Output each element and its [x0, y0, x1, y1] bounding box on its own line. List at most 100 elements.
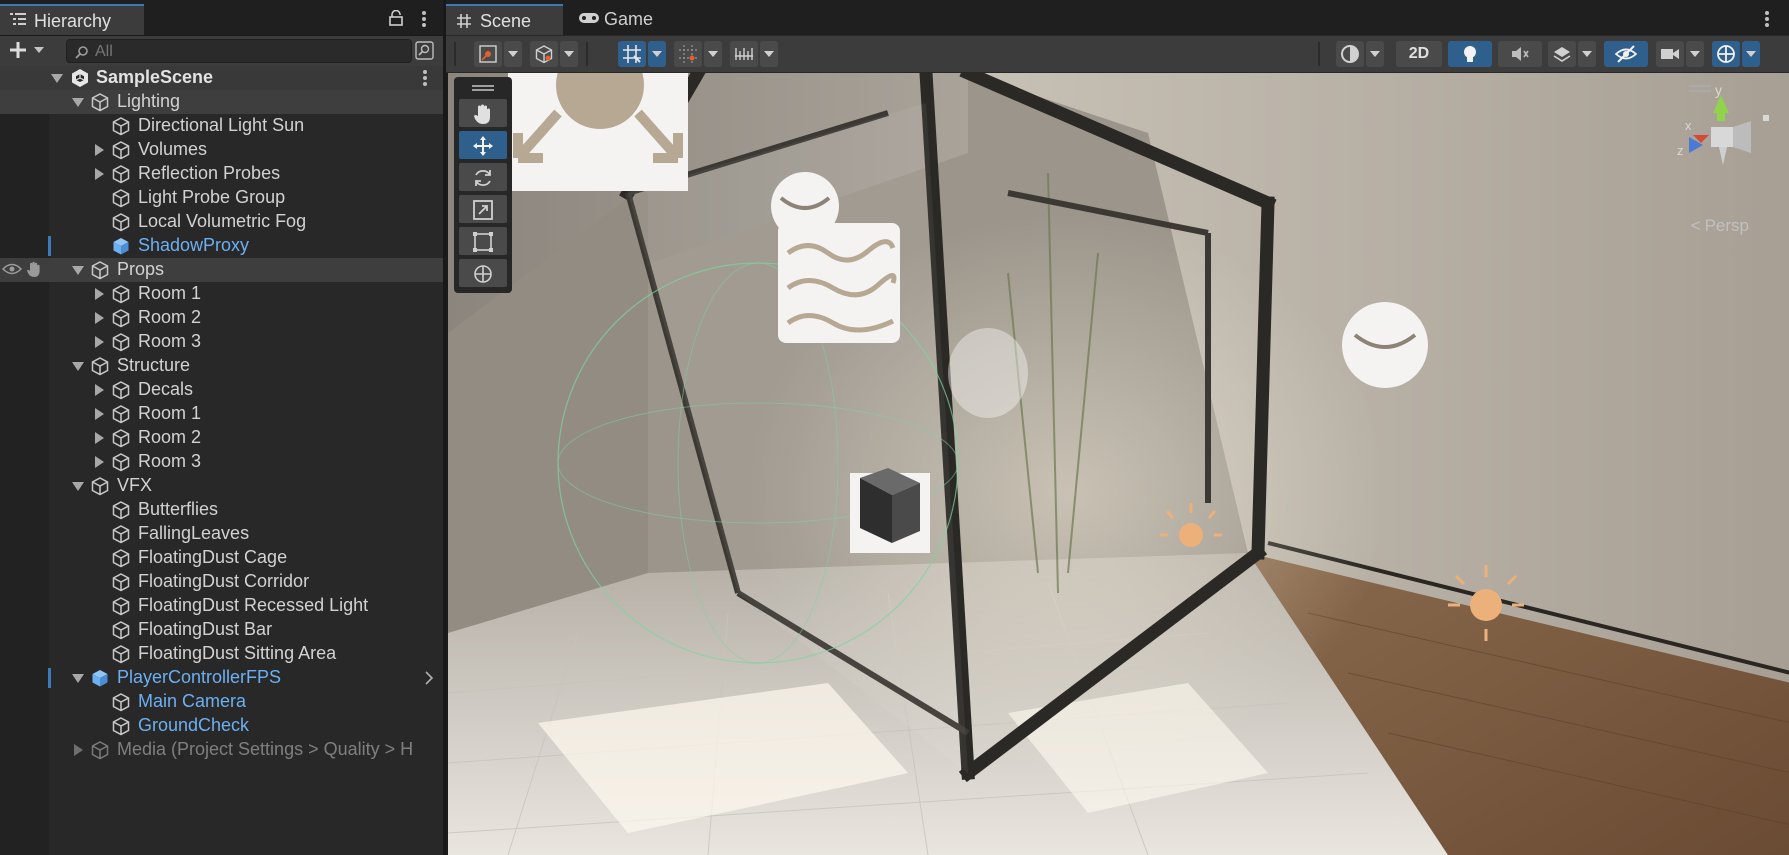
tab-game[interactable]: Game [568, 4, 668, 35]
scene-search-icon[interactable] [415, 41, 434, 60]
scene-camera-button[interactable] [1656, 41, 1684, 67]
gizmos-toggle[interactable] [1712, 41, 1740, 67]
scale-tool-button[interactable] [459, 195, 507, 223]
gameobject-icon [112, 381, 130, 400]
draw-mode-button[interactable] [1336, 41, 1364, 67]
overlay-grip-icon[interactable] [472, 85, 494, 87]
hierarchy-item-butterflies[interactable]: Butterflies [0, 498, 443, 522]
search-input[interactable] [93, 41, 397, 63]
effects-button[interactable] [1548, 41, 1576, 67]
gameobject-icon [112, 213, 130, 232]
expand-arrow-icon[interactable] [95, 168, 104, 180]
expand-arrow-icon[interactable] [95, 312, 104, 324]
more-options-icon[interactable] [422, 11, 426, 27]
hierarchy-item-media[interactable]: Media (Project Settings > Quality > H [0, 738, 443, 762]
hierarchy-item-structure-room-1[interactable]: Room 1 [0, 402, 443, 426]
hierarchy-item-floatingdust-cage[interactable]: FloatingDust Cage [0, 546, 443, 570]
hierarchy-item-floatingdust-corridor[interactable]: FloatingDust Corridor [0, 570, 443, 594]
global-dropdown[interactable] [560, 41, 578, 67]
visibility-eye-icon[interactable] [2, 262, 22, 276]
hierarchy-item-fallingleaves[interactable]: FallingLeaves [0, 522, 443, 546]
ruler-button[interactable] [730, 41, 758, 67]
scene-row[interactable]: SampleScene [0, 66, 443, 90]
hierarchy-item-vfx[interactable]: VFX [0, 474, 443, 498]
hierarchy-item-floatingdust-recessed-light[interactable]: FloatingDust Recessed Light [0, 594, 443, 618]
tool-handle-position-button[interactable] [474, 41, 502, 67]
rect-tool-button[interactable] [459, 227, 507, 255]
expand-arrow-icon[interactable] [72, 674, 84, 683]
transform-tool-button[interactable] [459, 259, 507, 287]
expand-arrow-icon[interactable] [95, 144, 104, 156]
hierarchy-item-volumes[interactable]: Volumes [0, 138, 443, 162]
add-icon[interactable] [8, 40, 28, 60]
draw-mode-dropdown[interactable] [1366, 41, 1384, 67]
hierarchy-item-shadowproxy[interactable]: ShadowProxy [0, 234, 443, 258]
gizmos-dropdown[interactable] [1742, 41, 1760, 67]
hierarchy-item-groundcheck[interactable]: GroundCheck [0, 714, 443, 738]
expand-arrow-icon[interactable] [95, 336, 104, 348]
hierarchy-item-lighting[interactable]: Lighting [0, 90, 443, 114]
expand-arrow-icon[interactable] [74, 744, 83, 756]
expand-arrow-icon[interactable] [72, 362, 84, 371]
audio-toggle[interactable] [1498, 41, 1542, 67]
hierarchy-item-props[interactable]: Props [0, 258, 443, 282]
tab-scene[interactable]: Scene [446, 4, 563, 35]
pivot-dropdown[interactable] [504, 41, 522, 67]
ruler-dropdown[interactable] [760, 41, 778, 67]
tab-hierarchy[interactable]: Hierarchy [0, 4, 144, 35]
camera-dropdown[interactable] [1686, 41, 1704, 67]
gameobject-icon [112, 549, 130, 568]
expand-arrow-icon[interactable] [72, 266, 84, 275]
snap-dropdown[interactable] [704, 41, 722, 67]
expand-arrow-icon[interactable] [95, 288, 104, 300]
hierarchy-item-props-room-3[interactable]: Room 3 [0, 330, 443, 354]
scene-options-icon[interactable] [423, 70, 427, 86]
view-tool-button[interactable] [459, 99, 507, 127]
hierarchy-item-decals[interactable]: Decals [0, 378, 443, 402]
projection-label: Persp [1704, 216, 1749, 235]
expand-arrow-icon[interactable] [72, 98, 84, 107]
rotate-tool-button[interactable] [459, 163, 507, 191]
expand-arrow-icon[interactable] [51, 74, 63, 83]
hierarchy-item-props-room-1[interactable]: Room 1 [0, 282, 443, 306]
move-tool-button[interactable] [459, 131, 507, 159]
scene-viewport[interactable]: y x z < Persp [446, 73, 1789, 855]
lock-icon[interactable] [389, 10, 403, 26]
hierarchy-item-props-room-2[interactable]: Room 2 [0, 306, 443, 330]
hierarchy-item-playercontrollerfps[interactable]: PlayerControllerFPS [0, 666, 443, 690]
hierarchy-item-label: Light Probe Group [138, 187, 286, 207]
effects-dropdown[interactable] [1578, 41, 1596, 67]
scene-toolbar: 2D [446, 36, 1789, 72]
hierarchy-item-structure-room-3[interactable]: Room 3 [0, 450, 443, 474]
hierarchy-item-reflection-probes[interactable]: Reflection Probes [0, 162, 443, 186]
hierarchy-item-floatingdust-bar[interactable]: FloatingDust Bar [0, 618, 443, 642]
grid-snapping-toggle[interactable] [618, 41, 646, 67]
pickable-hand-icon[interactable] [26, 261, 42, 278]
hierarchy-item-structure-room-2[interactable]: Room 2 [0, 426, 443, 450]
hierarchy-item-main-camera[interactable]: Main Camera [0, 690, 443, 714]
gizmo-globe-icon [1717, 45, 1735, 63]
expand-arrow-icon[interactable] [95, 456, 104, 468]
hierarchy-item-local-volumetric-fog[interactable]: Local Volumetric Fog [0, 210, 443, 234]
expand-arrow-icon[interactable] [95, 384, 104, 396]
orientation-gizmo[interactable]: y x z [1651, 85, 1771, 225]
scene-visibility-toggle[interactable] [1604, 41, 1648, 67]
hierarchy-item-directional-light-sun[interactable]: Directional Light Sun [0, 114, 443, 138]
tool-handle-rotation-button[interactable] [530, 41, 558, 67]
chevron-down-icon[interactable] [34, 47, 44, 53]
increment-snap-button[interactable] [674, 41, 702, 67]
toolbar-separator [454, 42, 456, 66]
hierarchy-item-structure[interactable]: Structure [0, 354, 443, 378]
expand-arrow-icon[interactable] [95, 408, 104, 420]
toggle-2d-button[interactable]: 2D [1396, 41, 1442, 67]
more-options-icon[interactable] [1765, 11, 1769, 27]
lighting-toggle[interactable] [1448, 41, 1492, 67]
open-prefab-chevron-icon[interactable] [425, 671, 433, 685]
search-field[interactable] [66, 39, 412, 63]
hierarchy-item-floatingdust-sitting-area[interactable]: FloatingDust Sitting Area [0, 642, 443, 666]
grid-dropdown[interactable] [648, 41, 666, 67]
projection-toggle[interactable]: < Persp [1687, 216, 1749, 236]
expand-arrow-icon[interactable] [95, 432, 104, 444]
expand-arrow-icon[interactable] [72, 482, 84, 491]
hierarchy-item-light-probe-group[interactable]: Light Probe Group [0, 186, 443, 210]
